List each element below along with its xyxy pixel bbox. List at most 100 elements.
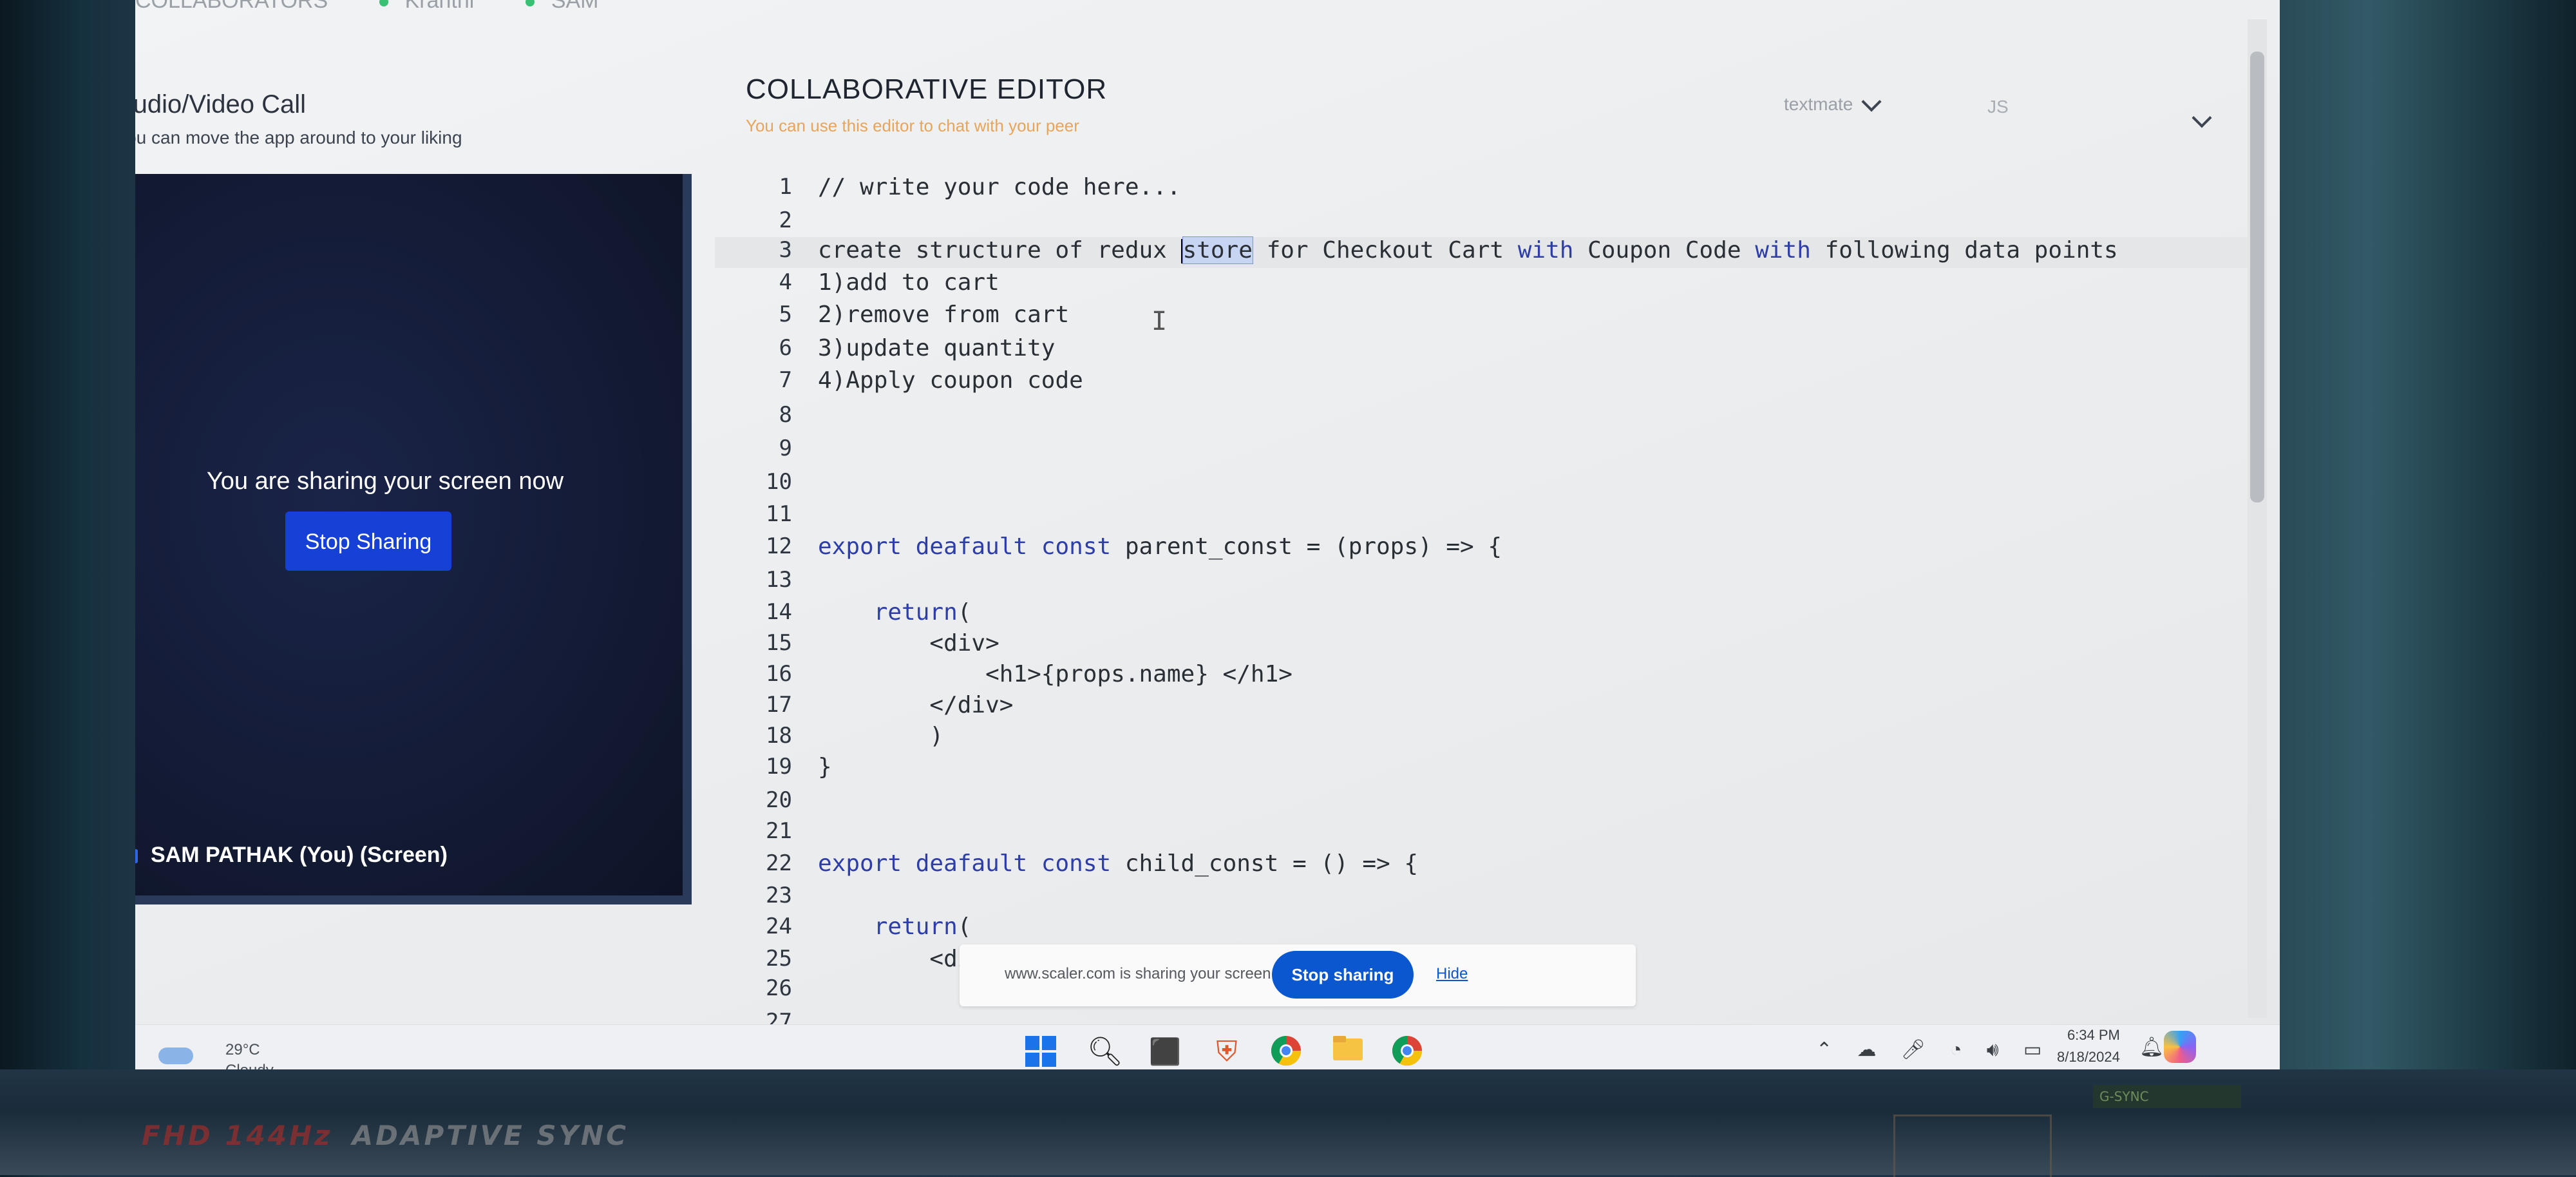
onedrive-icon[interactable]: ☁ xyxy=(1857,1039,1876,1060)
monitor-bezel-left xyxy=(0,0,135,1175)
chevron-up-icon[interactable]: ⌃ xyxy=(1816,1039,1832,1060)
code-text: } xyxy=(818,754,832,780)
code-text: 1)add to cart xyxy=(818,269,999,296)
screen-share-video-panel[interactable]: You are sharing your screen now Stop Sha… xyxy=(135,174,692,904)
code-line[interactable]: 21 xyxy=(715,818,2260,849)
microphone-icon[interactable]: 🎤︎ xyxy=(1901,1039,1926,1060)
code-line[interactable]: 3 create structure of redux store for Che… xyxy=(715,236,2260,268)
code-line[interactable]: 6 3)update quantity xyxy=(715,335,2260,366)
screen: COLLABORATORS Kranthi SAM Audio/Video Ca… xyxy=(135,0,2280,1069)
av-call-subtitle: You can move the app around to your liki… xyxy=(135,128,462,148)
file-explorer-icon[interactable] xyxy=(1331,1035,1365,1069)
scrollbar-thumb[interactable] xyxy=(2250,52,2264,502)
code-text: </div> xyxy=(818,692,1014,718)
participant-screen-tag: SAM PATHAK (You) (Screen) xyxy=(135,843,448,868)
line-number: 3 xyxy=(779,237,792,263)
code-line[interactable]: 17 </div> xyxy=(715,692,2260,723)
line-number: 18 xyxy=(766,723,792,749)
code-line[interactable]: 16 <h1>{props.name} </h1> xyxy=(715,661,2260,692)
code-text: return( xyxy=(873,914,972,940)
chrome-icon[interactable] xyxy=(1269,1035,1303,1069)
temperature: 29°C xyxy=(225,1041,260,1058)
online-dot-icon xyxy=(525,0,535,7)
line-number: 10 xyxy=(766,469,792,495)
code-line[interactable]: 18 ) xyxy=(715,723,2260,754)
line-number: 6 xyxy=(779,335,792,361)
code-text: export deafault const child_const = () =… xyxy=(818,850,1419,877)
collaborator-kranthi[interactable]: Kranthi xyxy=(379,0,474,13)
code-text: <h1>{props.name} </h1> xyxy=(818,661,1293,687)
code-line[interactable]: 4 1)add to cart xyxy=(715,269,2260,300)
line-number: 11 xyxy=(766,501,792,527)
line-number: 2 xyxy=(779,207,792,233)
line-number: 1 xyxy=(779,174,792,200)
line-number: 26 xyxy=(766,975,792,1001)
code-line[interactable]: 22 export deafault const child_const = ()… xyxy=(715,850,2260,881)
gsync-badge: G-SYNC xyxy=(2093,1085,2241,1108)
code-line[interactable]: 11 xyxy=(715,501,2260,532)
stop-sharing-button[interactable]: Stop Sharing xyxy=(285,512,451,571)
clock[interactable]: 6:34 PM 8/18/2024 xyxy=(2057,1024,2120,1068)
search-icon[interactable]: 🔍︎ xyxy=(1087,1035,1123,1069)
line-number: 7 xyxy=(779,367,792,393)
chevron-down-icon xyxy=(1861,91,1882,112)
line-number: 20 xyxy=(766,787,792,813)
banner-hide-link[interactable]: Hide xyxy=(1436,965,1468,983)
code-line[interactable]: 1 // write your code here... xyxy=(715,174,2260,205)
line-number: 8 xyxy=(779,402,792,428)
line-number: 4 xyxy=(779,269,792,295)
line-number: 24 xyxy=(766,914,792,939)
code-line[interactable]: 9 xyxy=(715,435,2260,466)
banner-stop-sharing-button[interactable]: Stop sharing xyxy=(1272,951,1414,999)
copilot-icon[interactable] xyxy=(2164,1031,2196,1063)
code-line[interactable]: 20 xyxy=(715,787,2260,818)
language-select[interactable]: JS xyxy=(1987,97,2009,117)
code-text: ) xyxy=(818,723,944,749)
code-line[interactable]: 19} xyxy=(715,754,2260,785)
chevron-down-icon[interactable] xyxy=(2192,108,2212,128)
collaborator-sam[interactable]: SAM xyxy=(525,0,599,13)
line-number: 14 xyxy=(766,599,792,625)
code-line[interactable]: 15 <div> xyxy=(715,630,2260,661)
code-line[interactable]: 8 xyxy=(715,402,2260,433)
code-line[interactable]: 23 xyxy=(715,883,2260,914)
brave-browser-icon[interactable]: ⛨ xyxy=(1209,1035,1244,1069)
code-line[interactable]: 2 xyxy=(715,207,2260,238)
line-number: 25 xyxy=(766,946,792,971)
editor-subtitle: You can use this editor to chat with you… xyxy=(746,116,1079,135)
code-line[interactable]: 24 return( xyxy=(715,914,2260,944)
volume-icon[interactable]: 🔊︎ xyxy=(1987,1039,1999,1060)
theme-select[interactable]: textmate xyxy=(1784,91,1882,115)
line-number: 15 xyxy=(766,630,792,656)
code-text: export deafault const parent_const = (pr… xyxy=(818,533,1502,560)
screen-share-icon xyxy=(135,849,138,864)
code-line[interactable]: 13 xyxy=(715,567,2260,598)
code-line[interactable]: 12 export deafault const parent_const = (… xyxy=(715,533,2260,564)
sharing-status-text: You are sharing your screen now xyxy=(206,468,564,495)
code-text: 3)update quantity xyxy=(818,335,1056,361)
line-number: 22 xyxy=(766,850,792,876)
windows-start-icon[interactable] xyxy=(1024,1035,1059,1069)
code-text: 4)Apply coupon code xyxy=(818,367,1083,394)
notification-bell-icon[interactable]: 🔔︎ xyxy=(2139,1036,2164,1058)
line-number: 9 xyxy=(779,435,792,461)
task-view-icon[interactable]: ⬛ xyxy=(1148,1035,1182,1069)
line-number: 17 xyxy=(766,692,792,718)
battery-icon[interactable]: ▭ xyxy=(2023,1039,2041,1060)
code-editor[interactable]: 1// write your code here... 2 3 create stru… xyxy=(715,155,2260,1035)
code-text: 2)remove from cart xyxy=(818,301,1070,328)
line-number: 16 xyxy=(766,661,792,687)
wifi-icon[interactable]: ◔ xyxy=(1950,1039,1962,1060)
chrome-profile-icon[interactable] xyxy=(1390,1035,1425,1069)
code-text: create structure of redux store for Chec… xyxy=(818,236,2118,264)
monitor-sticker: FHD 144Hz ADAPTIVE SYNC xyxy=(142,1120,629,1151)
code-line[interactable]: 5 2)remove from cart xyxy=(715,301,2260,332)
code-line[interactable]: 10 xyxy=(715,469,2260,500)
cloud-icon xyxy=(158,1048,193,1064)
monitor-bezel-right xyxy=(2280,0,2576,1175)
code-line[interactable]: 14 return( xyxy=(715,599,2260,630)
code-line[interactable]: 7 4)Apply coupon code xyxy=(715,367,2260,398)
system-tray: ⌃ ☁ 🎤︎ ◔ 🔊︎ ▭ xyxy=(1816,1038,2061,1061)
line-number: 5 xyxy=(779,301,792,327)
line-number: 13 xyxy=(766,567,792,593)
